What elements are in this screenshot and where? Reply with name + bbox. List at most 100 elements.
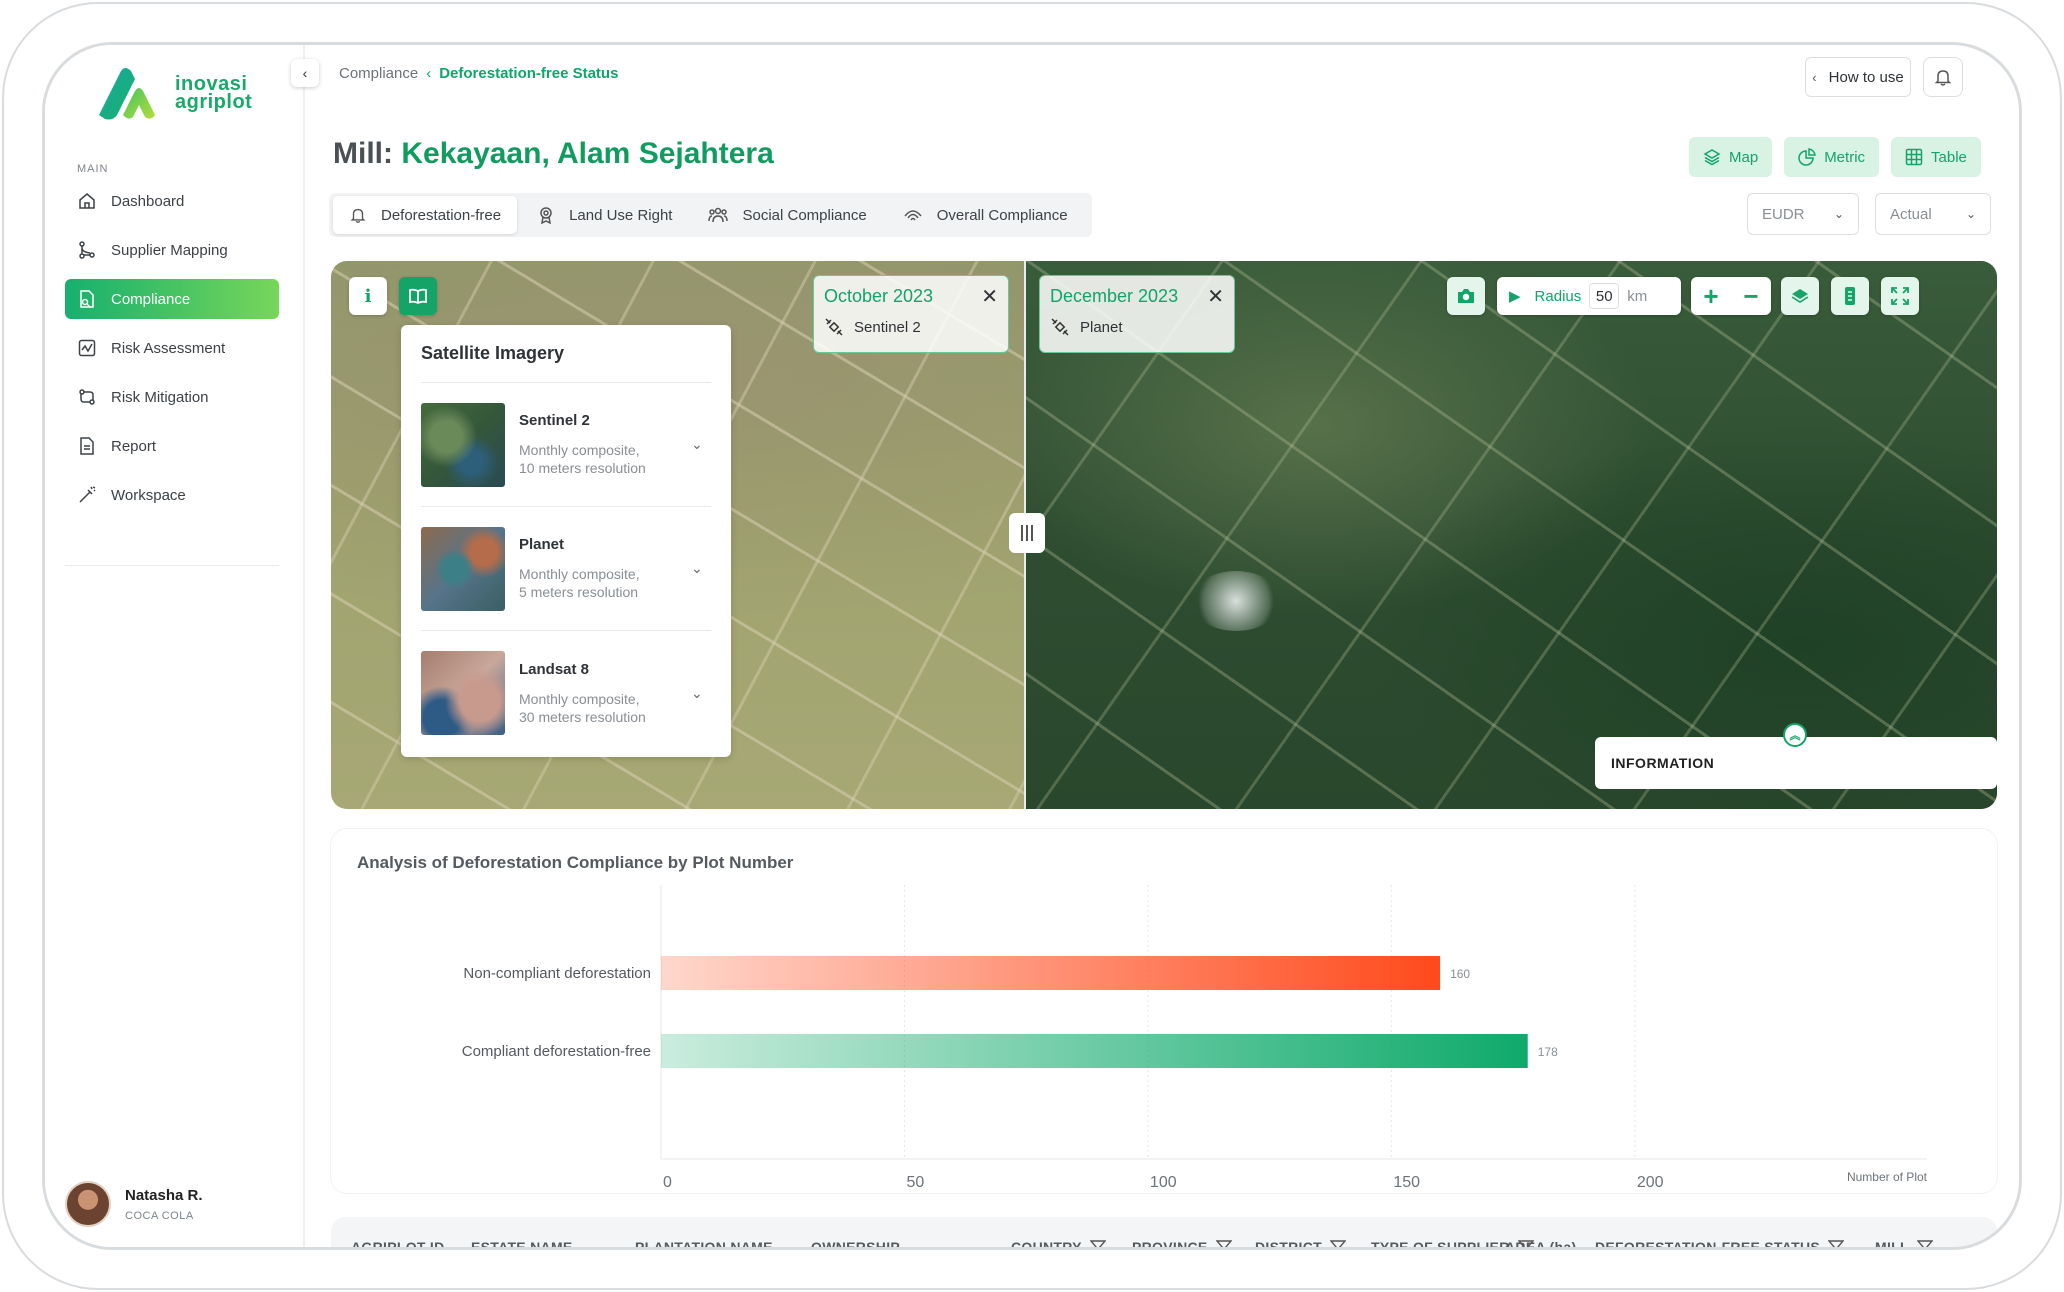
people-icon [708,206,729,224]
left-source: Sentinel 2 [824,317,998,337]
left-date-card[interactable]: October 2023 ✕ Sentinel 2 [813,275,1009,353]
view-switcher: Map Metric Table [1677,137,1981,177]
avatar [65,1181,111,1227]
close-icon[interactable]: ✕ [1207,287,1224,307]
play-icon[interactable]: ▶ [1509,287,1521,305]
chevrons-up-icon[interactable]: ︽ [1783,723,1807,747]
table-icon [1905,148,1923,166]
mode-select[interactable]: Actual ⌄ [1875,193,1991,235]
sidebar-item-risk-assessment[interactable]: Risk Assessment [65,328,279,368]
column-header[interactable]: PLANTATION NAME [635,1239,773,1247]
date-row: December 2023 ✕ [1050,286,1224,307]
zoom-in-button[interactable]: + [1691,277,1731,315]
filter-icon[interactable] [1916,1239,1933,1247]
column-header[interactable]: DISTRICT [1255,1239,1346,1250]
column-header[interactable]: AREA (ha) [1505,1239,1576,1247]
bar [661,1034,1528,1068]
tab-label: Overall Compliance [936,206,1068,224]
sidebar-item-dashboard[interactable]: Dashboard [65,181,279,221]
x-tick-label: 100 [1150,1174,1177,1191]
column-header-label: DISTRICT [1255,1239,1322,1250]
legend-button[interactable] [1831,277,1869,315]
chevron-down-icon[interactable]: ⌄ [691,560,711,577]
radius-label: Radius [1534,287,1582,305]
brand-logo[interactable]: inovasi agriplot [95,65,252,121]
right-date-card[interactable]: December 2023 ✕ Planet [1039,275,1235,353]
imagery-source-resolution: 30 meters resolution [519,708,646,725]
zoom-out-button[interactable]: − [1731,277,1771,315]
filter-icon[interactable] [1828,1239,1845,1247]
metric-view-label: Metric [1824,148,1866,166]
collapse-sidebar-button[interactable]: ‹ [291,59,319,87]
sidebar-item-compliance[interactable]: Compliance [65,279,279,319]
breadcrumb: Compliance ‹ Deforestation-free Status [339,65,618,82]
satellite-icon [824,317,844,337]
imagery-source-item[interactable]: Landsat 8 Monthly composite, 30 meters r… [421,631,711,755]
column-header[interactable]: ESTATE NAME [471,1239,573,1250]
user-profile[interactable]: Natasha R. COCA COLA [65,1181,203,1227]
notifications-button[interactable] [1923,57,1963,97]
tab-overall-compliance[interactable]: Overall Compliance [887,196,1084,234]
compare-slider-handle[interactable] [1009,513,1045,553]
imagery-source-item[interactable]: Planet Monthly composite, 5 meters resol… [421,507,711,631]
minus-icon: − [1743,280,1759,311]
sidebar-item-workspace[interactable]: Workspace [65,475,279,515]
how-to-use-label: How to use [1828,68,1904,86]
app-window: inovasi agriplot MAIN Dashboard Supplier… [42,42,2022,1250]
filter-icon[interactable] [1215,1239,1232,1247]
right-date-label: December 2023 [1050,286,1179,306]
filter-icon[interactable] [1089,1239,1106,1247]
sidebar-item-risk-mitigation[interactable]: Risk Mitigation [65,377,279,417]
bar-value-label: 160 [1450,967,1470,981]
left-source-name: Sentinel 2 [854,318,921,336]
imagery-source-item[interactable]: Sentinel 2 Monthly composite, 10 meters … [421,383,711,507]
sentinel-thumbnail [421,402,505,487]
satellite-panel-title: Satellite Imagery [421,325,711,383]
filter-icon[interactable] [1329,1239,1346,1247]
map-view-button[interactable]: Map [1689,137,1773,177]
breadcrumb-parent[interactable]: Compliance [339,65,418,82]
tab-land-use-right[interactable]: Land Use Right [521,196,688,234]
report-icon [77,436,97,456]
bar-value-label: 178 [1538,1045,1558,1059]
x-axis-label: Number of Plot [1847,1170,1928,1184]
column-header[interactable]: COUNTRY [1011,1239,1106,1250]
imagery-source-name: Planet [519,536,565,553]
radius-control[interactable]: ▶ Radius 50 km [1497,277,1681,315]
chevron-down-icon[interactable]: ⌄ [691,436,711,453]
sidebar-item-report[interactable]: Report [65,426,279,466]
satellite-map[interactable]: i Satellite Imagery Sentinel 2 Monthly c… [331,261,1997,809]
regulation-select[interactable]: EUDR ⌄ [1747,193,1859,235]
category-label: Compliant deforestation-free [462,1043,651,1060]
tab-deforestation-free[interactable]: Deforestation-free [333,196,518,234]
sidebar-divider [65,565,279,566]
column-header-label: COUNTRY [1011,1239,1082,1250]
breadcrumb-current: Deforestation-free Status [439,65,619,82]
column-header[interactable]: AGRIPLOT ID [351,1239,445,1247]
close-icon[interactable]: ✕ [981,287,998,307]
table-view-button[interactable]: Table [1891,137,1981,177]
how-to-use-button[interactable]: ‹ How to use [1805,57,1911,97]
metric-view-button[interactable]: Metric [1784,137,1880,177]
column-header[interactable]: PROVINCE [1132,1239,1232,1250]
imagery-panel-button[interactable] [399,277,437,315]
column-header-label: ESTATE NAME [471,1239,573,1250]
imagery-source-name: Landsat 8 [519,660,590,678]
column-header[interactable]: DEFORESTATION-FREE STATUS [1595,1239,1845,1247]
fullscreen-button[interactable] [1881,277,1919,315]
tab-label: Land Use Right [569,206,673,224]
layers-icon [1703,148,1721,166]
column-header[interactable]: MILL [1875,1239,1933,1247]
tab-social-compliance[interactable]: Social Compliance [692,196,882,234]
screenshot-button[interactable] [1447,277,1485,315]
column-header-label: PROVINCE [1132,1239,1208,1250]
layers-button[interactable] [1781,277,1819,315]
sidebar-item-supplier-mapping[interactable]: Supplier Mapping [65,230,279,270]
radius-input[interactable]: 50 [1589,283,1620,309]
map-info-button[interactable]: i [349,277,387,315]
chevron-down-icon[interactable]: ⌄ [691,685,711,702]
satellite-imagery-panel: Satellite Imagery Sentinel 2 Monthly com… [401,325,731,757]
left-date-label: October 2023 [824,286,934,306]
column-header[interactable]: OWNERSHIP [811,1239,900,1247]
imagery-source-desc: Monthly composite, [519,442,640,458]
